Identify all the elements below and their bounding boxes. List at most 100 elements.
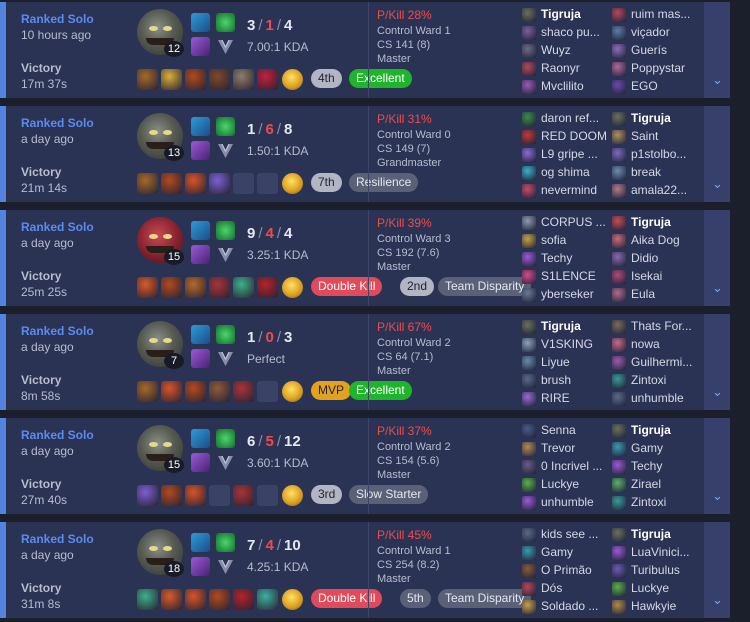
- player-row[interactable]: Soldado ...: [522, 598, 612, 616]
- player-row[interactable]: Hawkyie: [612, 598, 702, 616]
- player-name[interactable]: Techy: [631, 459, 701, 473]
- rune-icon[interactable]: [216, 325, 235, 344]
- player-name[interactable]: Dós: [541, 581, 611, 595]
- flash-icon[interactable]: [191, 533, 210, 552]
- player-row[interactable]: break: [612, 164, 702, 182]
- secondary-rune-icon[interactable]: [191, 453, 210, 472]
- player-name[interactable]: L9 gripe ...: [541, 147, 611, 161]
- master-emblem-icon[interactable]: [216, 141, 235, 160]
- item-icon[interactable]: [185, 485, 206, 506]
- player-name[interactable]: Raonyr: [541, 61, 611, 75]
- player-name[interactable]: unhumble: [631, 391, 701, 405]
- player-name[interactable]: kids see ...: [541, 527, 611, 541]
- player-row[interactable]: Zintoxi: [612, 494, 702, 512]
- player-row[interactable]: brush: [522, 372, 612, 390]
- item-icon[interactable]: [233, 69, 254, 90]
- empty-item-slot[interactable]: [257, 485, 278, 506]
- player-name[interactable]: EGO: [631, 79, 701, 93]
- player-name[interactable]: p1stolbo...: [631, 147, 701, 161]
- player-name[interactable]: shaco pu...: [541, 25, 611, 39]
- secondary-rune-icon[interactable]: [191, 245, 210, 264]
- player-row[interactable]: Techy: [612, 458, 702, 476]
- player-name[interactable]: 0 Incrivel ...: [541, 459, 611, 473]
- player-name[interactable]: Tigruja: [631, 215, 701, 229]
- item-icon[interactable]: [209, 69, 230, 90]
- player-name[interactable]: Tigruja: [631, 423, 701, 437]
- player-name[interactable]: RIRE: [541, 391, 611, 405]
- player-name[interactable]: Zirael: [631, 477, 701, 491]
- player-name[interactable]: Isekai: [631, 269, 701, 283]
- player-row[interactable]: yberseker: [522, 286, 612, 304]
- flash-icon[interactable]: [191, 221, 210, 240]
- item-icon[interactable]: [137, 589, 158, 610]
- player-name[interactable]: unhumble: [541, 495, 611, 509]
- player-row[interactable]: Thats For...: [612, 318, 702, 336]
- player-name[interactable]: O Primão: [541, 563, 611, 577]
- player-name[interactable]: Luckye: [541, 477, 611, 491]
- player-name[interactable]: Gamy: [631, 441, 701, 455]
- player-row[interactable]: Gamy: [522, 544, 612, 562]
- player-row[interactable]: LuaVinici...: [612, 544, 702, 562]
- warding-totem-icon[interactable]: [282, 69, 303, 90]
- item-icon[interactable]: [137, 381, 158, 402]
- master-emblem-icon[interactable]: [216, 557, 235, 576]
- item-icon[interactable]: [209, 381, 230, 402]
- empty-item-slot[interactable]: [257, 173, 278, 194]
- expand-match-button[interactable]: ⌄: [704, 314, 730, 410]
- warding-totem-icon[interactable]: [282, 173, 303, 194]
- item-icon[interactable]: [233, 589, 254, 610]
- expand-match-button[interactable]: ⌄: [704, 418, 730, 514]
- player-row[interactable]: Guerís: [612, 42, 702, 60]
- player-row[interactable]: kids see ...: [522, 526, 612, 544]
- player-row[interactable]: Tigruja: [522, 318, 612, 336]
- player-name[interactable]: CORPUS ...: [541, 215, 611, 229]
- player-row[interactable]: unhumble: [522, 494, 612, 512]
- player-name[interactable]: Guilhermi...: [631, 355, 701, 369]
- flash-icon[interactable]: [191, 325, 210, 344]
- player-name[interactable]: Tigruja: [541, 319, 611, 333]
- player-name[interactable]: V1SKING: [541, 337, 611, 351]
- player-name[interactable]: daron ref...: [541, 111, 611, 125]
- rune-icon[interactable]: [216, 429, 235, 448]
- player-name[interactable]: Zintoxi: [631, 495, 701, 509]
- flash-icon[interactable]: [191, 117, 210, 136]
- player-name[interactable]: Gamy: [541, 545, 611, 559]
- item-icon[interactable]: [185, 589, 206, 610]
- player-name[interactable]: Poppystar: [631, 61, 701, 75]
- player-name[interactable]: Thats For...: [631, 319, 701, 333]
- player-row[interactable]: CORPUS ...: [522, 214, 612, 232]
- player-row[interactable]: Tigruja: [612, 214, 702, 232]
- player-row[interactable]: ruim mas...: [612, 6, 702, 24]
- rune-icon[interactable]: [216, 221, 235, 240]
- item-icon[interactable]: [209, 173, 230, 194]
- rune-icon[interactable]: [216, 117, 235, 136]
- rune-icon[interactable]: [216, 13, 235, 32]
- item-icon[interactable]: [209, 589, 230, 610]
- player-row[interactable]: Guilhermi...: [612, 354, 702, 372]
- item-icon[interactable]: [137, 277, 158, 298]
- player-row[interactable]: og shima: [522, 164, 612, 182]
- player-row[interactable]: EGO: [612, 78, 702, 96]
- player-name[interactable]: Eula: [631, 287, 701, 301]
- player-name[interactable]: Tigruja: [631, 527, 701, 541]
- item-icon[interactable]: [257, 69, 278, 90]
- item-icon[interactable]: [161, 69, 182, 90]
- flash-icon[interactable]: [191, 429, 210, 448]
- player-name[interactable]: Tigruja: [631, 111, 701, 125]
- item-icon[interactable]: [137, 173, 158, 194]
- master-emblem-icon[interactable]: [216, 453, 235, 472]
- player-row[interactable]: RED DOOM: [522, 128, 612, 146]
- player-row[interactable]: nowa: [612, 336, 702, 354]
- player-name[interactable]: viçador: [631, 25, 701, 39]
- player-name[interactable]: Hawkyie: [631, 599, 701, 613]
- player-name[interactable]: amala22...: [631, 183, 701, 197]
- item-icon[interactable]: [137, 485, 158, 506]
- secondary-rune-icon[interactable]: [191, 141, 210, 160]
- player-row[interactable]: Senna: [522, 422, 612, 440]
- player-row[interactable]: Dós: [522, 580, 612, 598]
- player-row[interactable]: Wuyz: [522, 42, 612, 60]
- item-icon[interactable]: [161, 277, 182, 298]
- item-icon[interactable]: [209, 277, 230, 298]
- player-name[interactable]: Trevor: [541, 441, 611, 455]
- item-icon[interactable]: [257, 277, 278, 298]
